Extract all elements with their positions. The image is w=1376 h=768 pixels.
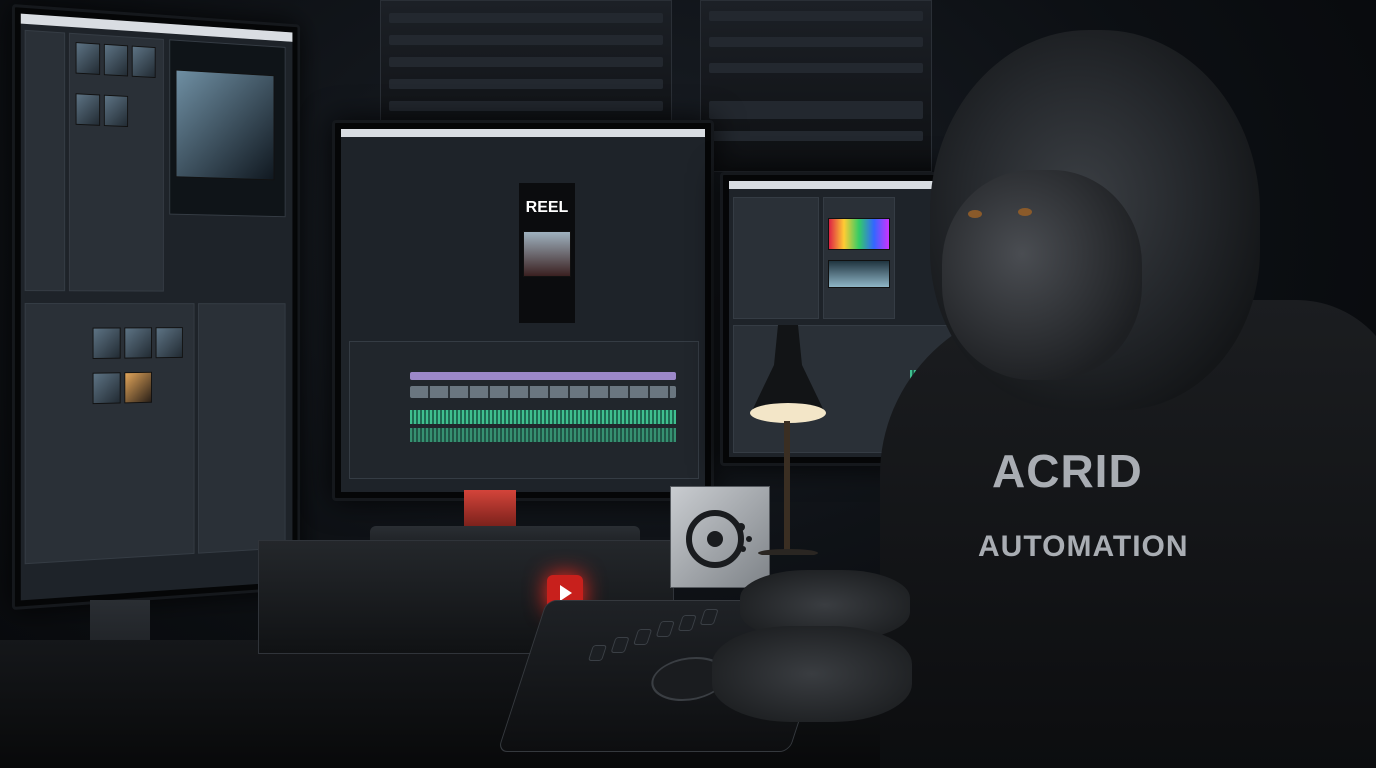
video-clips (410, 386, 676, 398)
left-monitor-screen (20, 13, 293, 601)
video-track (410, 372, 676, 380)
gorilla-face (942, 170, 1142, 380)
reel-label: REEL (525, 199, 569, 216)
center-monitor-screen: REEL (341, 129, 705, 492)
left-monitor (12, 4, 301, 610)
shirt-text-line1: ACRID (992, 445, 1143, 497)
timeline-panel (349, 341, 699, 479)
audio-waveform (410, 410, 676, 424)
photo-scene: REEL ACRID AUTOMATION (0, 0, 1376, 768)
shirt-text-line2: AUTOMATION (978, 530, 1189, 563)
gorilla-hand-right (712, 626, 912, 722)
center-monitor: REEL (332, 120, 714, 501)
desk-lamp (750, 325, 826, 557)
server-rack-right (700, 0, 932, 172)
reel-preview: REEL (519, 183, 575, 323)
